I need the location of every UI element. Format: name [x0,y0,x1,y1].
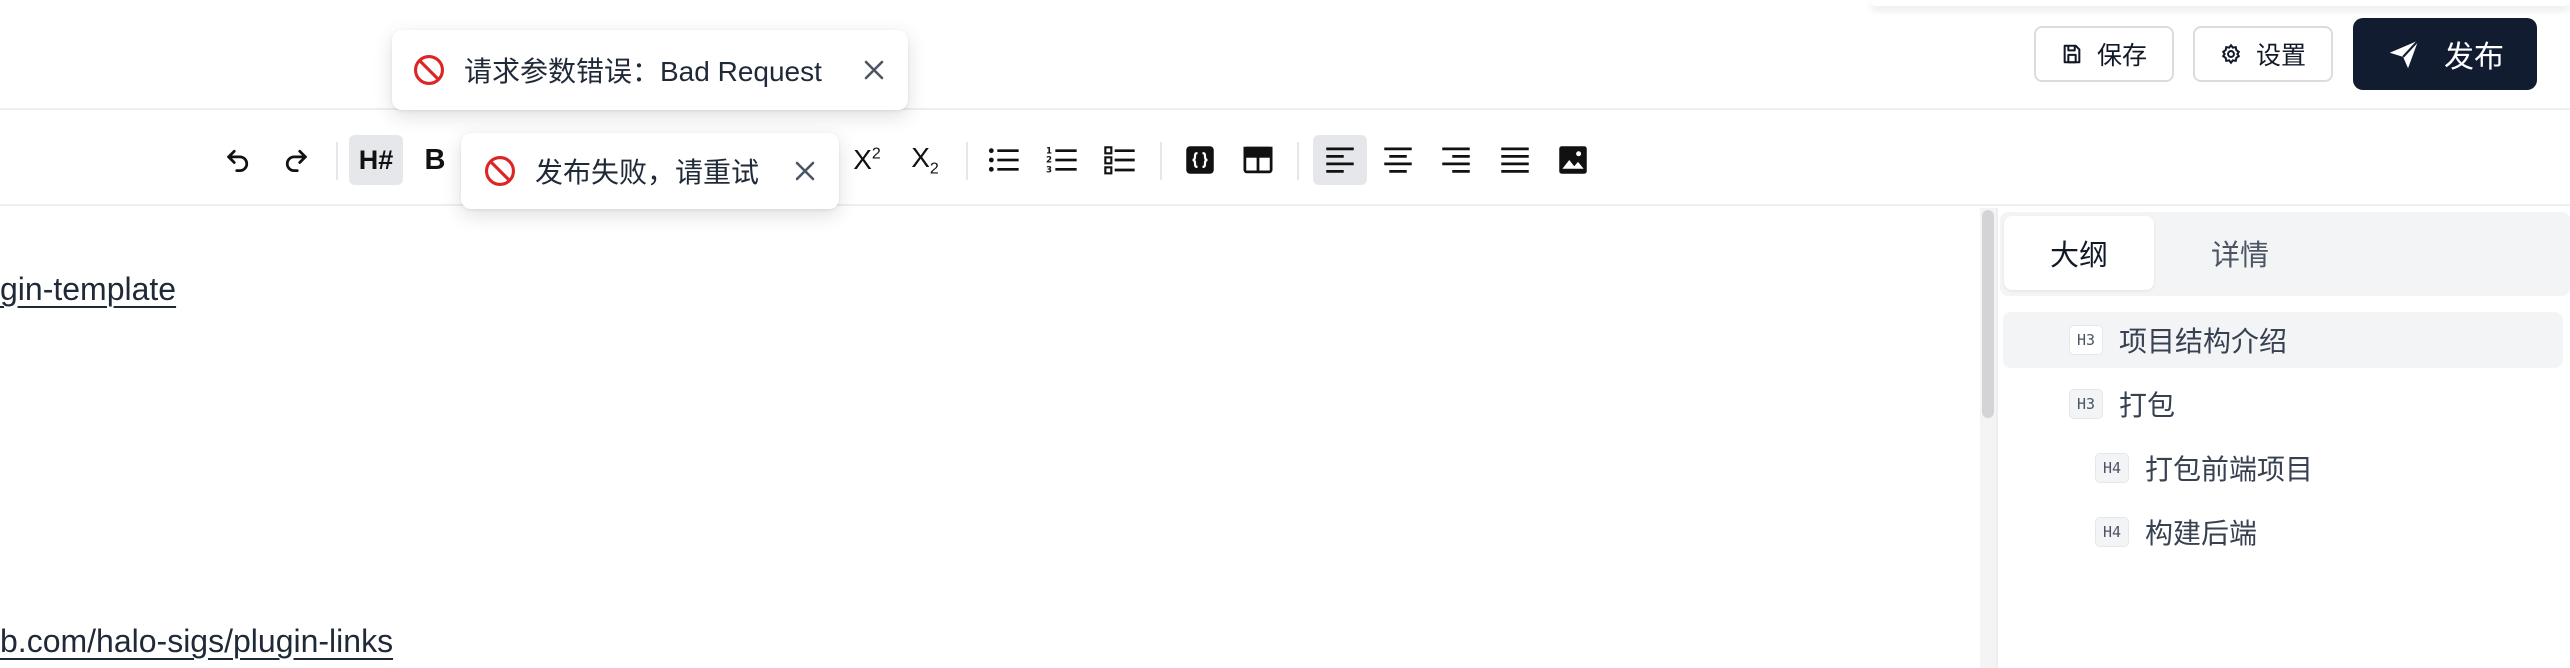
svg-text:2: 2 [1046,156,1052,166]
content-link[interactable]: gin-template [0,271,176,308]
header-popover-edge [1870,0,2570,6]
tab-details[interactable]: 详情 [2165,216,2315,290]
undo-icon [227,149,249,172]
bullet-list-button[interactable] [977,135,1031,185]
outline-item[interactable]: H3 项目结构介绍 [2003,312,2563,368]
redo-button[interactable] [269,135,323,185]
outline-item-label: 打包前端项目 [2145,454,2314,485]
send-icon [2389,39,2420,69]
outline-item[interactable]: H4 打包前端项目 [2003,440,2563,496]
align-justify-icon [1501,147,1529,173]
panel-tabs: 大纲 详情 [2000,212,2570,296]
save-icon [2063,44,2081,64]
redo-icon [285,149,307,172]
task-list-icon [1104,146,1135,175]
save-label: 保存 [2096,42,2147,70]
error-toast: 发布失败，请重试 [461,133,839,209]
heading-label: H# [358,144,394,175]
toolbar-divider [1160,142,1162,180]
heading-level-badge: H3 [2069,389,2103,419]
heading-level-badge: H4 [2095,453,2129,483]
toast-message: 请求参数错误：Bad Request [464,56,822,87]
table-button[interactable] [1231,135,1285,185]
image-icon [1559,146,1587,174]
align-center-icon [1384,147,1412,173]
toolbar-divider [336,142,338,180]
outline-item[interactable]: H4 构建后端 [2003,504,2563,560]
bold-button[interactable]: B [408,135,462,185]
code-block-button[interactable] [1173,135,1227,185]
close-icon[interactable] [862,58,886,82]
heading-level-badge: H4 [2095,517,2129,547]
subscript-button[interactable]: X2 [898,135,952,185]
error-icon [413,54,445,86]
settings-button[interactable]: 设置 [2193,26,2333,82]
settings-label: 设置 [2255,42,2306,70]
outline-item[interactable]: H3 打包 [2003,376,2563,432]
outline-item-label: 项目结构介绍 [2119,326,2288,357]
align-right-icon [1442,147,1470,173]
editor-scrollbar-thumb[interactable] [1982,210,1994,418]
editor-content[interactable]: gin-template b.com/halo-sigs/plugin-link… [0,208,1980,668]
table-icon [1243,146,1273,174]
content-link[interactable]: b.com/halo-sigs/plugin-links [0,623,393,660]
align-left-icon [1326,147,1354,173]
error-toast: 请求参数错误：Bad Request [392,30,908,110]
undo-button[interactable] [211,135,265,185]
image-button[interactable] [1546,135,1600,185]
toolbar-divider [1297,142,1299,180]
superscript-button[interactable]: X2 [840,135,894,185]
align-center-button[interactable] [1371,135,1425,185]
save-button[interactable]: 保存 [2034,26,2174,82]
code-block-icon [1186,146,1214,174]
tab-outline[interactable]: 大纲 [2004,216,2154,290]
svg-text:3: 3 [1046,166,1052,175]
toast-message: 发布失败，请重试 [535,157,760,188]
editor-toolbar: H# B X2 X2 123 [0,112,2570,206]
gear-icon [2221,43,2241,65]
subscript-label: X2 [911,141,939,178]
align-right-button[interactable] [1429,135,1483,185]
align-justify-button[interactable] [1488,135,1542,185]
bullet-list-icon [988,148,1019,172]
heading-button[interactable]: H# [349,135,403,185]
publish-button[interactable]: 发布 [2353,18,2537,90]
heading-level-badge: H3 [2069,325,2103,355]
superscript-label: X2 [853,144,881,175]
align-left-button[interactable] [1313,135,1367,185]
toolbar-divider [966,142,968,180]
error-icon [484,155,516,187]
outline-item-label: 打包 [2119,390,2176,421]
publish-label: 发布 [2444,41,2504,74]
outline-item-label: 构建后端 [2145,518,2258,549]
ordered-list-button[interactable]: 123 [1035,135,1089,185]
ordered-list-icon: 123 [1046,146,1077,175]
close-icon[interactable] [793,159,817,183]
task-list-button[interactable] [1093,135,1147,185]
editor-header: 保存 设置 发布 [0,0,2570,110]
bold-label: B [424,143,446,176]
